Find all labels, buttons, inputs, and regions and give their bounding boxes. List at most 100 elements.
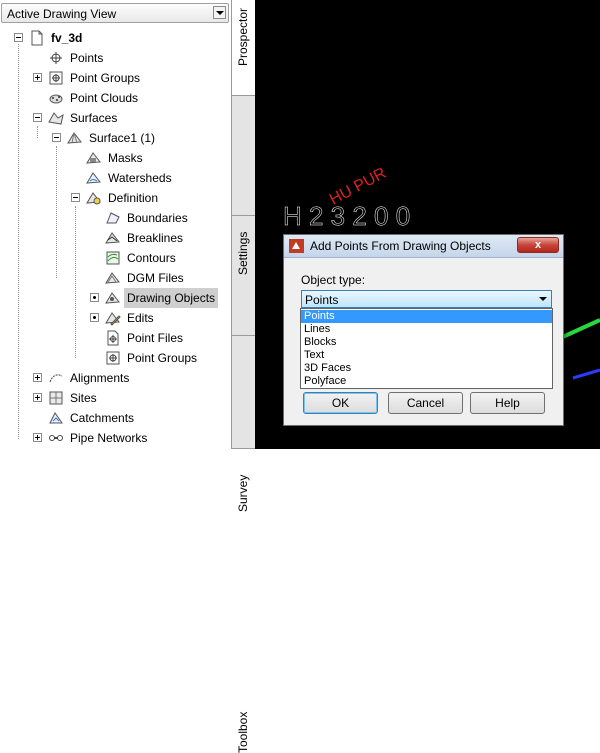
point-clouds-icon <box>49 94 63 104</box>
chevron-down-icon[interactable] <box>213 6 226 19</box>
tree-item-label: Contours <box>127 251 176 265</box>
tree-item-label: Edits <box>127 311 154 325</box>
tree-item-label: Point Clouds <box>70 91 139 105</box>
canvas-text-large: H 2 3 2 0 0 <box>283 201 410 231</box>
collapse-icon[interactable] <box>71 193 80 202</box>
help-button[interactable]: Help <box>470 392 545 414</box>
points-icon <box>50 52 62 64</box>
tree-item-sites[interactable]: Sites <box>0 388 231 408</box>
tree-item-drawing[interactable]: fv_3d <box>0 28 231 48</box>
tree-item-label: Boundaries <box>127 211 188 225</box>
tree-item-label: Alignments <box>70 371 130 385</box>
tree-item-surfaces[interactable]: Surfaces <box>0 108 231 128</box>
tab-toolbox[interactable]: Toolbox <box>232 336 255 753</box>
tree-item-label: Points <box>70 51 104 65</box>
alignments-icon <box>49 374 63 383</box>
expand-icon[interactable] <box>33 393 42 402</box>
civil3d-app-icon <box>289 239 304 253</box>
view-dropdown-value: Active Drawing View <box>7 7 117 21</box>
option-lines[interactable]: Lines <box>301 323 552 336</box>
tree-item-label: Surfaces <box>70 111 118 125</box>
prospector-panel: Active Drawing View fv_3d Points Point G… <box>0 0 231 449</box>
tree-item-definition-point-groups[interactable]: Point Groups <box>0 348 231 368</box>
tree-item-label: DGM Files <box>127 271 184 285</box>
collapse-icon[interactable] <box>52 133 61 142</box>
close-button[interactable]: x <box>517 237 559 253</box>
tab-survey[interactable]: Survey <box>232 216 255 512</box>
option-points[interactable]: Points <box>301 310 552 323</box>
tab-settings[interactable]: Settings <box>232 96 255 275</box>
expand-icon[interactable] <box>90 313 99 322</box>
tree-item-drawing-objects[interactable]: Drawing Objects <box>0 288 231 308</box>
tree-item-edits[interactable]: Edits <box>0 308 231 328</box>
palette-tabs: Prospector Settings Survey Toolbox <box>231 0 255 753</box>
expand-icon[interactable] <box>33 433 42 442</box>
tree-item-contours[interactable]: Contours <box>0 248 231 268</box>
tree-item-point-files[interactable]: Point Files <box>0 328 231 348</box>
definition-icon <box>86 192 101 205</box>
tab-prospector[interactable]: Prospector <box>232 0 255 96</box>
tree-item-label: Surface1 (1) <box>89 131 156 145</box>
tree-item-catchments[interactable]: Catchments <box>0 408 231 428</box>
expand-icon[interactable] <box>33 373 42 382</box>
expand-icon[interactable] <box>33 73 42 82</box>
option-polyface[interactable]: Polyface <box>301 375 552 388</box>
contours-icon <box>106 251 120 265</box>
tree-item-label: Definition <box>108 191 159 205</box>
point-groups-icon <box>106 351 120 365</box>
drawing-file-icon <box>31 30 43 46</box>
tree-item-label: Point Groups <box>127 351 198 365</box>
boundaries-icon <box>106 212 120 224</box>
masks-icon <box>86 152 101 164</box>
ok-label: OK <box>331 396 350 410</box>
collapse-icon[interactable] <box>14 33 23 42</box>
collapse-icon[interactable] <box>33 113 42 122</box>
breaklines-icon <box>105 232 120 244</box>
cancel-label: Cancel <box>406 396 445 410</box>
tree-item-boundaries[interactable]: Boundaries <box>0 208 231 228</box>
tree-item-pipe-networks[interactable]: Pipe Networks <box>0 428 231 448</box>
ok-button[interactable]: OK <box>303 392 378 414</box>
tree-item-watersheds[interactable]: Watersheds <box>0 168 231 188</box>
view-dropdown[interactable]: Active Drawing View <box>1 3 229 23</box>
tab-label: Prospector <box>236 7 250 66</box>
option-3d-faces[interactable]: 3D Faces <box>301 362 552 375</box>
tree-item-label: Pipe Networks <box>70 431 148 445</box>
point-groups-icon <box>49 71 63 85</box>
tab-label: Survey <box>236 474 250 512</box>
tree-item-dgm-files[interactable]: DGM Files <box>0 268 231 288</box>
chevron-down-icon <box>539 297 547 301</box>
canvas-blue-line <box>572 368 600 380</box>
tree-item-label: Catchments <box>70 411 135 425</box>
object-type-select[interactable]: Points <box>301 290 552 308</box>
tree-item-point-groups[interactable]: Point Groups <box>0 68 231 88</box>
tree-item-breaklines[interactable]: Breaklines <box>0 228 231 248</box>
dialog-title: Add Points From Drawing Objects <box>310 239 491 253</box>
tree-item-label: Watersheds <box>108 171 172 185</box>
drawing-objects-icon <box>105 292 120 304</box>
pipe-networks-icon <box>49 435 63 441</box>
tree-item-label: Drawing Objects <box>124 288 219 308</box>
help-label: Help <box>495 396 520 410</box>
tree-item-alignments[interactable]: Alignments <box>0 368 231 388</box>
tree-item-point-clouds[interactable]: Point Clouds <box>0 88 231 108</box>
close-icon: x <box>534 239 542 251</box>
tree-item-label: Masks <box>108 151 143 165</box>
tree-item-surface1[interactable]: Surface1 (1) <box>0 128 231 148</box>
tab-label: Toolbox <box>236 711 250 753</box>
tree-item-label: Point Groups <box>70 71 141 85</box>
tree-item-points[interactable]: Points <box>0 48 231 68</box>
option-blocks[interactable]: Blocks <box>301 336 552 349</box>
object-type-value: Points <box>305 293 339 307</box>
surfaces-icon <box>48 112 64 125</box>
edits-icon <box>105 312 121 326</box>
tree-item-label: Point Files <box>127 331 184 345</box>
tree-item-definition[interactable]: Definition <box>0 188 231 208</box>
sites-icon <box>49 391 63 405</box>
expand-icon[interactable] <box>90 293 99 302</box>
tree-item-masks[interactable]: Masks <box>0 148 231 168</box>
cancel-button[interactable]: Cancel <box>388 392 463 414</box>
option-text[interactable]: Text <box>301 349 552 362</box>
object-type-list[interactable]: Points Lines Blocks Text 3D Faces Polyfa… <box>300 308 553 389</box>
dialog-title-bar[interactable]: Add Points From Drawing Objects x <box>284 235 563 258</box>
